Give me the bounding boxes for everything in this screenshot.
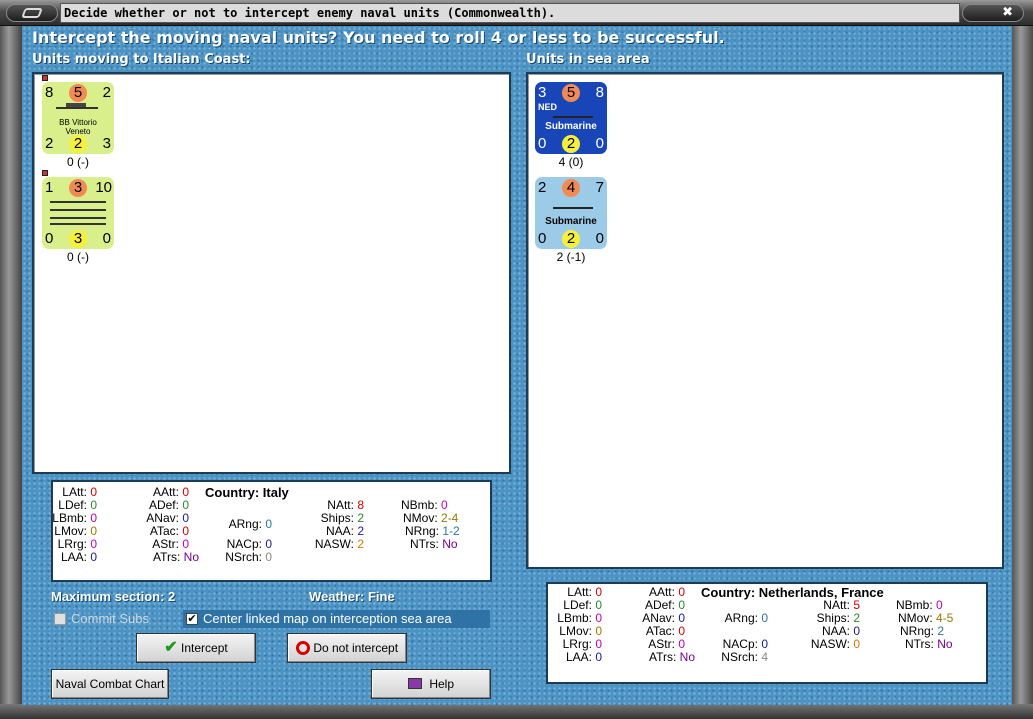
unit-selection-marker bbox=[42, 170, 48, 176]
counter-attack-circle: 3 bbox=[69, 179, 87, 197]
do-not-intercept-button[interactable]: Do not intercept bbox=[287, 633, 407, 663]
italy-stats-panel: LAtt: 0 LDef: 0 LBmb: 0 LMov: 0 LRrg: 0 … bbox=[51, 480, 492, 582]
counter-top-left: 3 bbox=[538, 84, 547, 101]
counter-attack-circle: 5 bbox=[562, 84, 580, 102]
naval-combat-chart-button[interactable]: Naval Combat Chart bbox=[51, 669, 169, 699]
checkbox-box bbox=[54, 613, 66, 625]
stat-arng: ARng: 0 bbox=[724, 611, 768, 625]
commit-subs-label: Commit Subs bbox=[71, 611, 150, 626]
stat-nsrch: NSrch: 4 bbox=[721, 650, 768, 664]
battleship-superstructure bbox=[66, 103, 86, 107]
counter-defense-circle: 3 bbox=[69, 230, 87, 248]
counter-top-right: 10 bbox=[95, 179, 112, 196]
counter-top-right: 7 bbox=[595, 179, 604, 196]
ship-silhouette bbox=[50, 201, 106, 203]
ship-silhouette bbox=[50, 209, 106, 211]
counter-defense-circle: 2 bbox=[562, 230, 580, 248]
no-entry-icon bbox=[295, 641, 310, 655]
help-button[interactable]: Help bbox=[371, 669, 491, 699]
counter-top-left: 2 bbox=[538, 179, 547, 196]
counter-bottom-right: 0 bbox=[595, 230, 604, 247]
moving-units-label: Units moving to Italian Coast: bbox=[32, 52, 251, 67]
maximum-section: Maximum section: 2 bbox=[51, 589, 176, 604]
counter-bottom-left: 0 bbox=[45, 230, 54, 247]
checkbox-checked-icon: ✔ bbox=[186, 613, 198, 625]
stat-nasw: NASW: 0 bbox=[810, 637, 860, 651]
left-frame bbox=[0, 26, 22, 716]
sea-area-panel[interactable]: 3 5 8 NED Submarine 0 2 0 4 (0) 2 4 7 Su… bbox=[526, 72, 1004, 569]
unit-counter-submarine[interactable]: 2 4 7 Submarine 0 2 0 bbox=[535, 177, 607, 249]
counter-bottom-right: 0 bbox=[595, 135, 604, 152]
nation-label: NED bbox=[538, 102, 558, 112]
checkmark-icon: ✔ bbox=[164, 639, 178, 656]
system-menu-button[interactable] bbox=[6, 4, 58, 22]
stat-nasw: NASW: 2 bbox=[314, 537, 364, 551]
help-label: Help bbox=[429, 677, 455, 691]
close-button[interactable]: ✖ bbox=[962, 4, 1024, 22]
counter-defense-circle: 2 bbox=[69, 135, 87, 153]
unit-counter-ned-submarine[interactable]: 3 5 8 NED Submarine 0 2 0 bbox=[535, 82, 607, 154]
counter-attack-circle: 5 bbox=[69, 84, 87, 102]
help-book-icon bbox=[407, 678, 422, 689]
dialog-content: Intercept the moving naval units? You ne… bbox=[22, 26, 1012, 705]
submarine-icon bbox=[553, 116, 593, 118]
window-title: Decide whether or not to intercept enemy… bbox=[60, 3, 960, 23]
weather-label: Weather: Fine bbox=[309, 589, 395, 604]
right-frame bbox=[1012, 26, 1033, 716]
sea-area-label: Units in sea area bbox=[526, 52, 650, 67]
netherlands-france-stats-panel: LAtt: 0 LDef: 0 LBmb: 0 LMov: 0 LRrg: 0 … bbox=[546, 582, 988, 684]
battleship-icon bbox=[56, 107, 98, 109]
stat-ntrs: NTrs: No bbox=[905, 637, 953, 651]
moving-units-panel[interactable]: 8 5 2 BB Vittorio Veneto 2 2 3 0 (-) 1 3… bbox=[32, 72, 511, 474]
country-label: Country: Italy bbox=[205, 485, 289, 500]
commit-subs-checkbox[interactable]: Commit Subs bbox=[51, 610, 149, 628]
bottom-frame bbox=[0, 704, 1033, 719]
unit-status: 2 (-1) bbox=[556, 250, 586, 264]
stat-ntrs: NTrs: No bbox=[410, 537, 458, 551]
center-map-checkbox[interactable]: ✔ Center linked map on interception sea … bbox=[183, 610, 490, 628]
unit-type: Submarine bbox=[545, 216, 597, 227]
counter-top-right: 2 bbox=[102, 84, 111, 101]
do-not-intercept-label: Do not intercept bbox=[313, 641, 399, 655]
window-icon bbox=[21, 8, 43, 18]
unit-status: 4 (0) bbox=[558, 155, 584, 169]
close-icon: ✖ bbox=[1002, 5, 1013, 20]
submarine-icon bbox=[553, 207, 593, 209]
stat-atrs: ATrs: No bbox=[648, 650, 695, 664]
stat-nsrch: NSrch: 0 bbox=[225, 550, 272, 564]
intercept-label: Intercept bbox=[181, 641, 228, 655]
naval-combat-chart-label: Naval Combat Chart bbox=[55, 677, 165, 691]
counter-bottom-left: 0 bbox=[538, 230, 547, 247]
intercept-question: Intercept the moving naval units? You ne… bbox=[32, 28, 725, 47]
stat-atrs: ATrs: No bbox=[152, 550, 199, 564]
counter-defense-circle: 2 bbox=[562, 135, 580, 153]
counter-bottom-left: 0 bbox=[538, 135, 547, 152]
title-bar[interactable]: Decide whether or not to intercept enemy… bbox=[0, 0, 1033, 26]
unit-type: Submarine bbox=[545, 121, 597, 132]
intercept-button[interactable]: ✔ Intercept bbox=[136, 633, 256, 663]
counter-top-left: 1 bbox=[45, 179, 54, 196]
unit-status: 0 (-) bbox=[67, 250, 89, 264]
ship-silhouette bbox=[50, 223, 106, 225]
center-map-label: Center linked map on interception sea ar… bbox=[203, 611, 452, 626]
stat-laa: LAA: 0 bbox=[565, 650, 602, 664]
unit-name-line1: BB Vittorio bbox=[59, 118, 97, 127]
stat-laa: LAA: 0 bbox=[60, 550, 97, 564]
counter-attack-circle: 4 bbox=[562, 179, 580, 197]
stat-arng: ARng: 0 bbox=[228, 517, 272, 531]
counter-top-right: 8 bbox=[595, 84, 604, 101]
ship-silhouette bbox=[50, 217, 106, 219]
dialog-window: Decide whether or not to intercept enemy… bbox=[0, 0, 1033, 719]
unit-counter-convoy[interactable]: 1 3 10 0 3 0 bbox=[42, 177, 114, 249]
unit-selection-marker bbox=[42, 75, 48, 81]
counter-bottom-left: 2 bbox=[45, 135, 54, 152]
counter-bottom-right: 0 bbox=[102, 230, 111, 247]
unit-status: 0 (-) bbox=[67, 155, 89, 169]
counter-top-left: 8 bbox=[45, 84, 54, 101]
unit-counter-vittorio-veneto[interactable]: 8 5 2 BB Vittorio Veneto 2 2 3 bbox=[42, 82, 114, 154]
counter-bottom-right: 3 bbox=[102, 135, 111, 152]
